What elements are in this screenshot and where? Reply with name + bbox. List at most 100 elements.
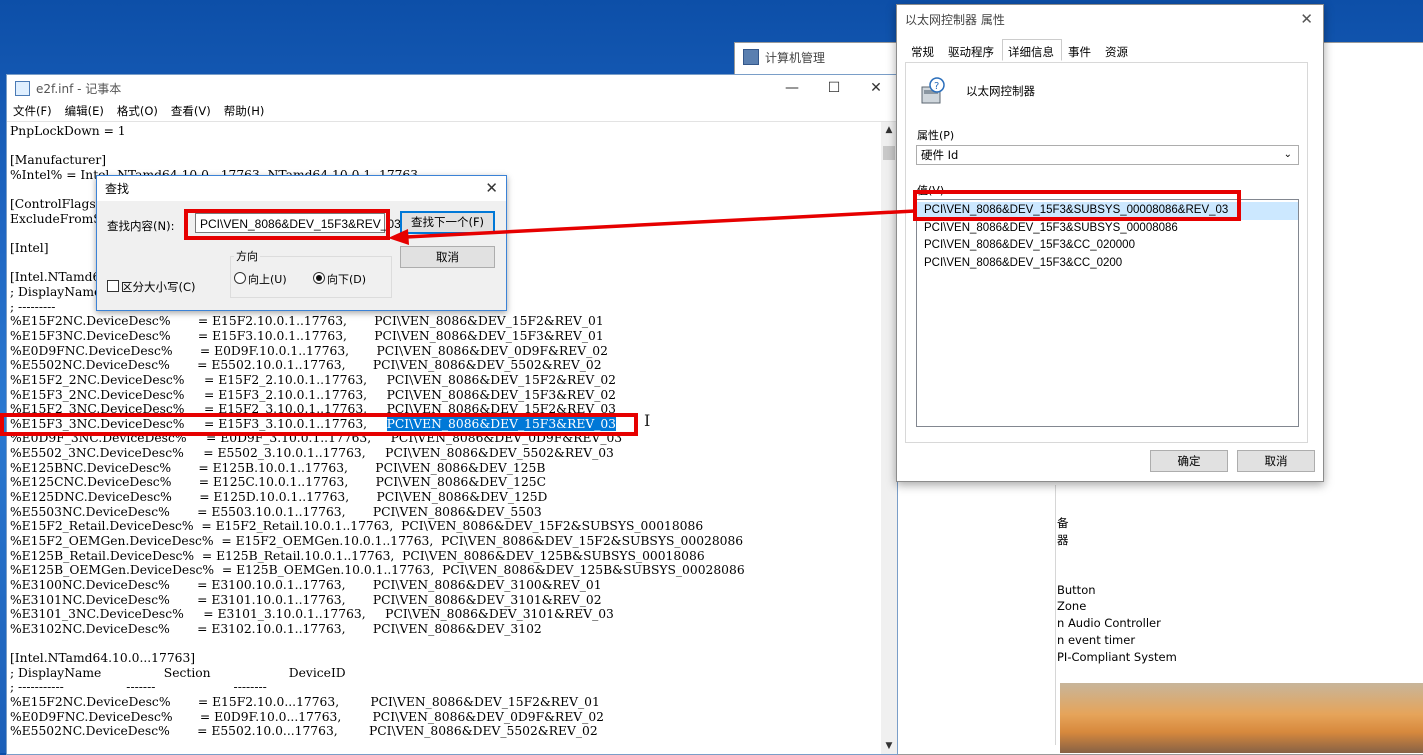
tree-item[interactable]: PI-Compliant System — [1057, 649, 1417, 666]
property-label: 属性(P) — [917, 129, 955, 142]
radio-selected-icon — [313, 272, 325, 284]
text-line: %E15F3NC.DeviceDesc% = E15F3.10.0.1..177… — [10, 328, 604, 343]
notepad-titlebar[interactable]: e2f.inf - 记事本 — ☐ ✕ — [7, 75, 897, 101]
direction-up-radio[interactable]: 向上(U) — [234, 271, 287, 287]
value-list-item[interactable]: PCI\VEN_8086&DEV_15F3&CC_0200 — [917, 255, 1298, 273]
direction-label: 方向 — [234, 248, 260, 264]
network-device-icon: ? — [921, 77, 945, 104]
tree-item[interactable]: Zone — [1057, 598, 1417, 615]
tree-item[interactable]: n Audio Controller — [1057, 615, 1417, 632]
properties-close-icon[interactable]: ✕ — [1300, 10, 1313, 28]
text-line: %E125B_OEMGen.DeviceDesc% = E125B_OEMGen… — [10, 563, 745, 578]
checkbox-icon — [107, 280, 119, 292]
text-line: ; DisplayName Section DeviceID — [10, 665, 346, 680]
computer-management-icon — [743, 49, 759, 65]
menu-file[interactable]: 文件(F) — [13, 103, 52, 119]
text-line: %E15F2_OEMGen.DeviceDesc% = E15F2_OEMGen… — [10, 533, 744, 548]
text-line: %E15F2_Retail.DeviceDesc% = E15F2_Retail… — [10, 519, 704, 534]
properties-title: 以太网控制器 属性 — [905, 12, 1005, 27]
property-select-value: 硬件 Id — [921, 148, 959, 162]
ok-button[interactable]: 确定 — [1150, 450, 1228, 472]
properties-titlebar[interactable]: 以太网控制器 属性 — [897, 5, 1323, 33]
minimize-button[interactable]: — — [771, 75, 813, 101]
tab-driver[interactable]: 驱动程序 — [942, 41, 1002, 61]
menu-help[interactable]: 帮助(H) — [224, 103, 265, 119]
properties-dialog: 以太网控制器 属性 ✕ 常规 驱动程序 详细信息 事件 资源 ? 以太网控制器 … — [896, 4, 1324, 482]
tree-item[interactable]: 器 — [1057, 532, 1417, 549]
match-case-label: 区分大小写(C) — [121, 280, 196, 294]
computer-management-title: 计算机管理 — [765, 50, 826, 65]
annotation-box-matching-line — [0, 413, 638, 436]
menu-view[interactable]: 查看(V) — [171, 103, 211, 119]
details-panel: ? 以太网控制器 属性(P) 硬件 Id ⌄ 值(V) PCI\VEN_8086… — [905, 62, 1308, 443]
annotation-box-search-input — [184, 209, 390, 240]
scroll-down-arrow-icon[interactable]: ▼ — [881, 738, 897, 754]
text-line: [Intel.NTamd64.10.0...17763] — [10, 651, 196, 666]
text-line — [10, 636, 883, 651]
maximize-button[interactable]: ☐ — [813, 75, 855, 101]
annotation-arrow — [388, 209, 916, 245]
properties-cancel-button[interactable]: 取消 — [1237, 450, 1315, 472]
tab-general[interactable]: 常规 — [905, 41, 942, 61]
text-line: %E5502NC.DeviceDesc% = E5502.10.0.1..177… — [10, 358, 602, 373]
value-list-item[interactable]: PCI\VEN_8086&DEV_15F3&SUBSYS_00008086 — [917, 220, 1298, 238]
value-list-item[interactable]: PCI\VEN_8086&DEV_15F3&CC_020000 — [917, 237, 1298, 255]
tab-events[interactable]: 事件 — [1062, 41, 1099, 61]
text-line: %E3101_3NC.DeviceDesc% = E3101_3.10.0.1.… — [10, 607, 614, 622]
tree-item[interactable]: n event timer — [1057, 632, 1417, 649]
property-select[interactable]: 硬件 Id ⌄ — [916, 145, 1299, 165]
text-line: %E125B_Retail.DeviceDesc% = E125B_Retail… — [10, 548, 705, 563]
tab-details[interactable]: 详细信息 — [1002, 39, 1062, 61]
properties-tabs: 常规 驱动程序 详细信息 事件 资源 — [905, 39, 1136, 61]
text-line: %E15F2NC.DeviceDesc% = E15F2.10.0...1776… — [10, 694, 600, 709]
text-line: %E5503NC.DeviceDesc% = E5503.10.0.1..177… — [10, 504, 542, 519]
tree-item[interactable]: 备 — [1057, 515, 1417, 532]
text-line: PnpLockDown = 1 — [10, 124, 126, 138]
find-dialog-titlebar[interactable]: 查找 — [97, 176, 506, 201]
close-button[interactable]: ✕ — [855, 75, 897, 101]
device-name: 以太网控制器 — [966, 84, 1035, 98]
scroll-up-arrow-icon[interactable]: ▲ — [881, 122, 897, 138]
tree-item[interactable]: Button — [1057, 582, 1417, 599]
direction-down-label: 向下(D) — [327, 273, 367, 286]
text-line: %E125DNC.DeviceDesc% = E125D.10.0.1..177… — [10, 490, 548, 505]
desktop-wallpaper — [1060, 683, 1423, 753]
direction-up-label: 向上(U) — [248, 273, 287, 286]
text-line: %E15F2NC.DeviceDesc% = E15F2.10.0.1..177… — [10, 314, 604, 329]
value-listbox[interactable]: PCI\VEN_8086&DEV_15F3&SUBSYS_00008086&RE… — [916, 199, 1299, 427]
text-line: %E0D9FNC.DeviceDesc% = E0D9F.10.0.1..177… — [10, 343, 608, 358]
text-line: %E5502NC.DeviceDesc% = E5502.10.0...1776… — [10, 724, 598, 739]
text-line: [Manufacturer] — [10, 153, 107, 168]
notepad-icon — [15, 80, 30, 96]
annotation-box-hardware-id — [913, 190, 1241, 221]
menu-edit[interactable]: 编辑(E) — [65, 103, 104, 119]
find-dialog-title: 查找 — [105, 182, 130, 196]
text-line: %E3100NC.DeviceDesc% = E3100.10.0.1..177… — [10, 577, 602, 592]
radio-icon — [234, 272, 246, 284]
notepad-title: e2f.inf - 记事本 — [36, 81, 122, 96]
match-case-checkbox[interactable]: 区分大小写(C) — [107, 279, 196, 295]
text-line: %E125CNC.DeviceDesc% = E125C.10.0.1..177… — [10, 475, 547, 490]
text-line: %E15F3_2NC.DeviceDesc% = E15F3_2.10.0.1.… — [10, 387, 617, 402]
find-dialog-close-icon[interactable]: ✕ — [485, 179, 498, 197]
svg-text:?: ? — [934, 81, 939, 92]
menu-bar: 文件(F) 编辑(E) 格式(O) 查看(V) 帮助(H) — [7, 101, 897, 122]
text-line — [10, 139, 883, 154]
text-line: %E15F2_2NC.DeviceDesc% = E15F2_2.10.0.1.… — [10, 372, 617, 387]
text-line: ; ----------- ------- -------- — [10, 680, 267, 695]
find-what-label: 查找内容(N): — [107, 219, 175, 233]
tab-resources[interactable]: 资源 — [1099, 41, 1136, 61]
text-line: %E125BNC.DeviceDesc% = E125B.10.0.1..177… — [10, 460, 546, 475]
menu-format[interactable]: 格式(O) — [117, 103, 158, 119]
direction-down-radio[interactable]: 向下(D) — [313, 271, 366, 287]
text-line: %E3102NC.DeviceDesc% = E3102.10.0.1..177… — [10, 621, 542, 636]
pane-divider — [1055, 485, 1056, 745]
chevron-down-icon: ⌄ — [1283, 149, 1292, 160]
scrollbar-thumb[interactable] — [883, 146, 895, 160]
text-line: %E3101NC.DeviceDesc% = E3101.10.0.1..177… — [10, 592, 602, 607]
text-line: %E5502_3NC.DeviceDesc% = E5502_3.10.0.1.… — [10, 446, 614, 461]
text-line: %E0D9FNC.DeviceDesc% = E0D9F.10.0...1776… — [10, 709, 604, 724]
device-tree-fragment: 备 器 Button Zone n Audio Controller n eve… — [1055, 485, 1417, 745]
